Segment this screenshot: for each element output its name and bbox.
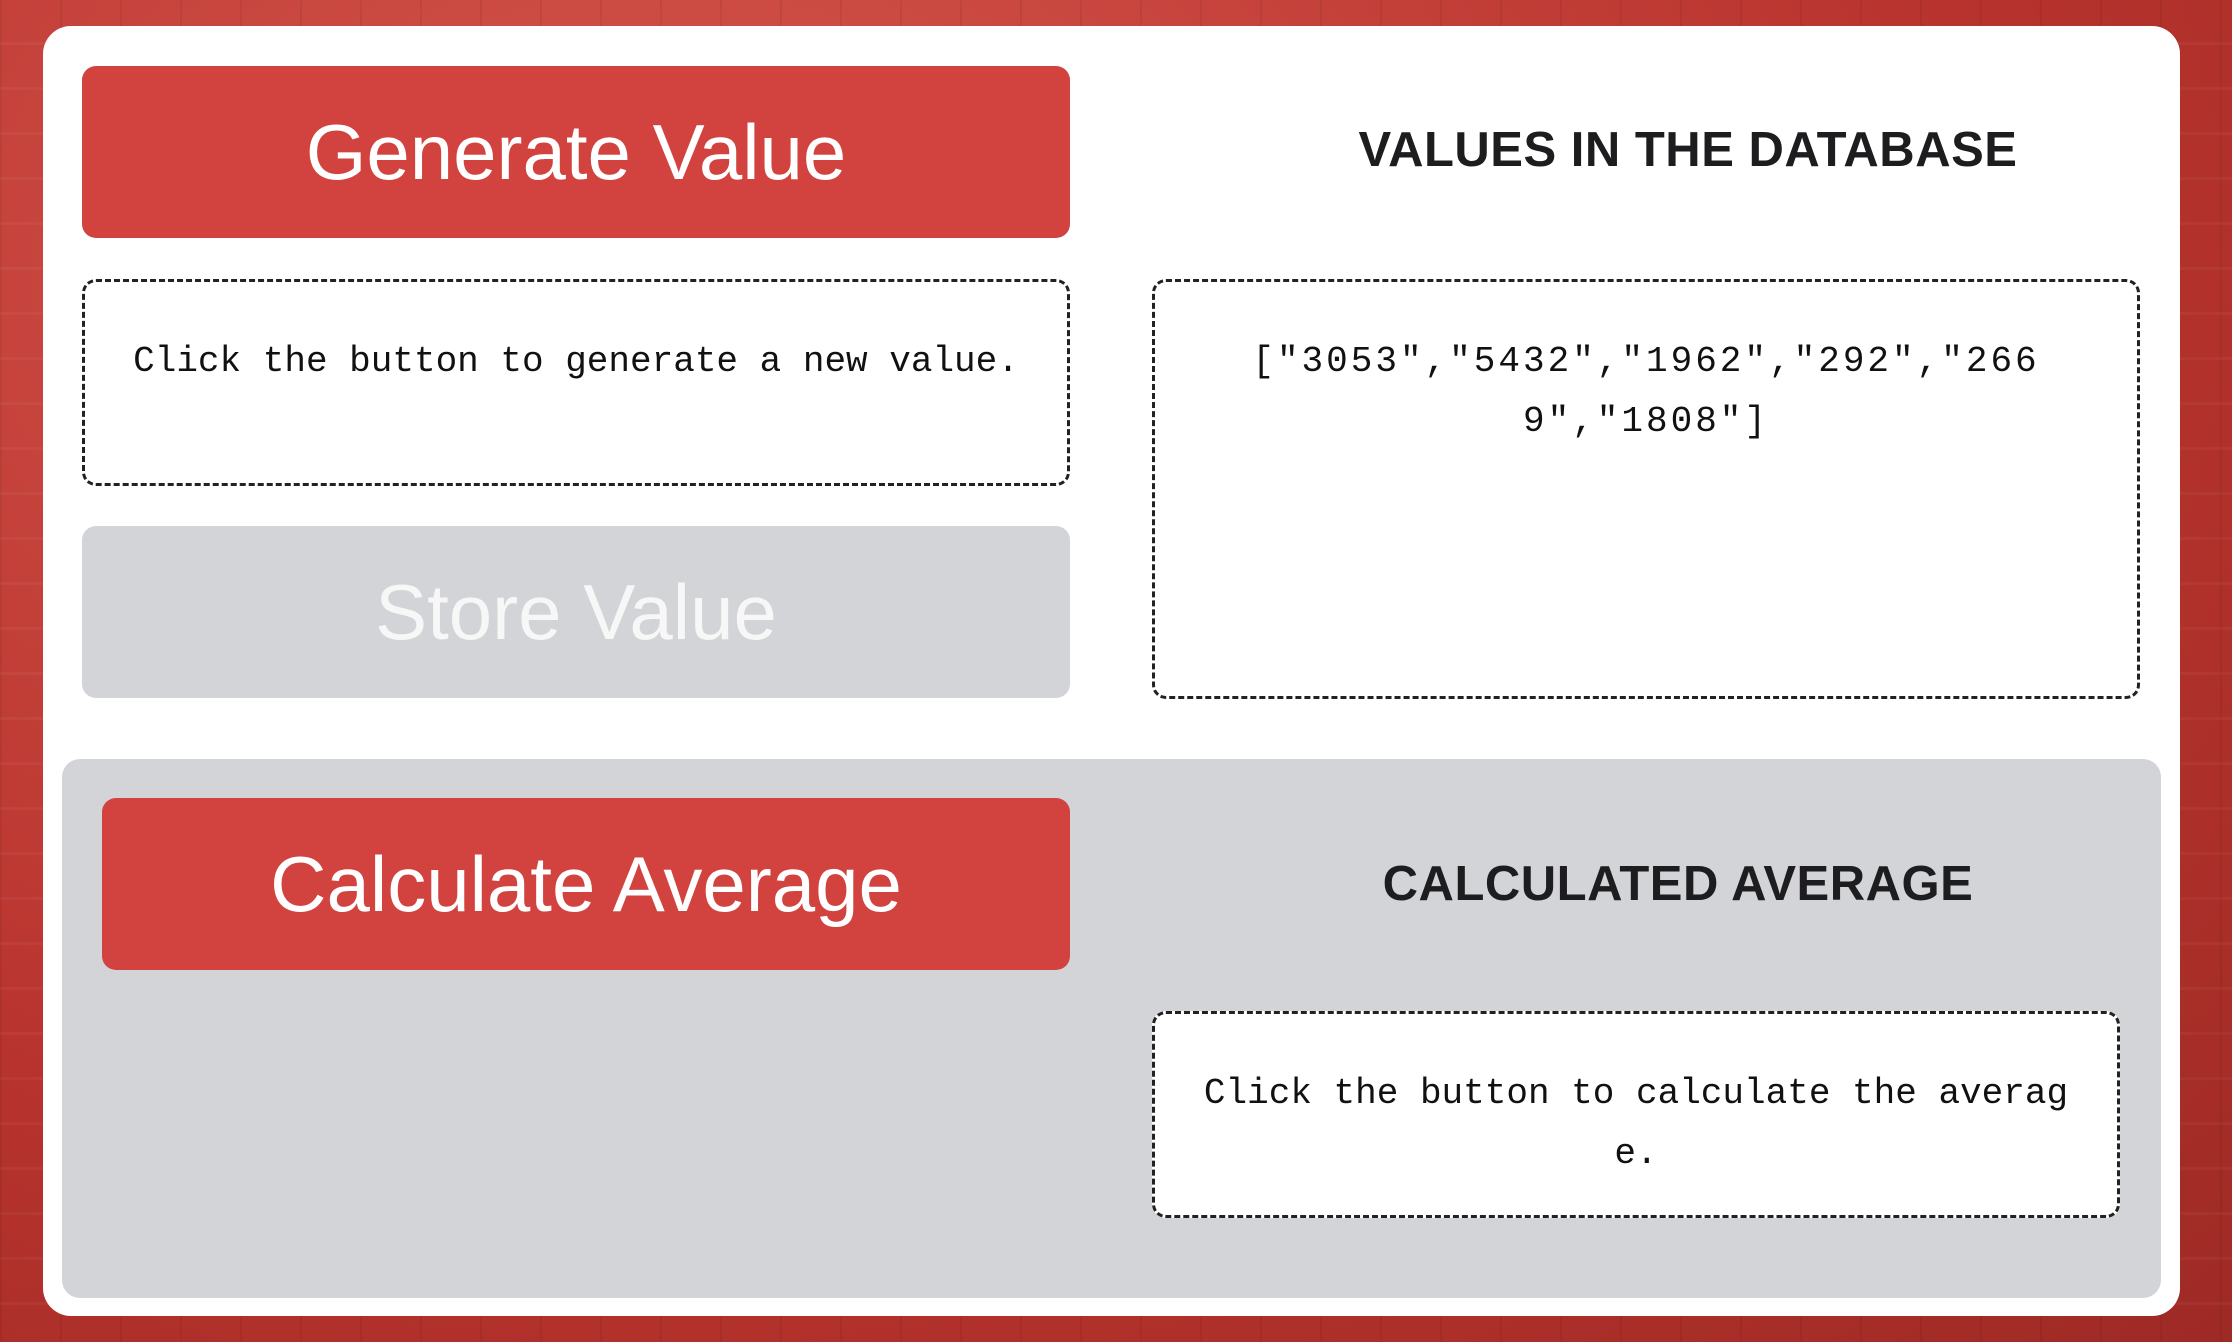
generate-value-button[interactable]: Generate Value [82, 66, 1070, 238]
generated-value-display: Click the button to generate a new value… [82, 279, 1070, 486]
main-card: Generate Value VALUES IN THE DATABASE Cl… [43, 26, 2180, 1316]
database-heading: VALUES IN THE DATABASE [1358, 123, 2018, 177]
average-heading: CALCULATED AVERAGE [1382, 857, 1974, 911]
store-value-button[interactable]: Store Value [82, 526, 1070, 698]
average-result-display: Click the button to calculate the averag… [1152, 1011, 2120, 1218]
database-values-display: ["3053","5432","1962","292","2669","1808… [1152, 279, 2140, 699]
calculate-average-button[interactable]: Calculate Average [102, 798, 1070, 970]
